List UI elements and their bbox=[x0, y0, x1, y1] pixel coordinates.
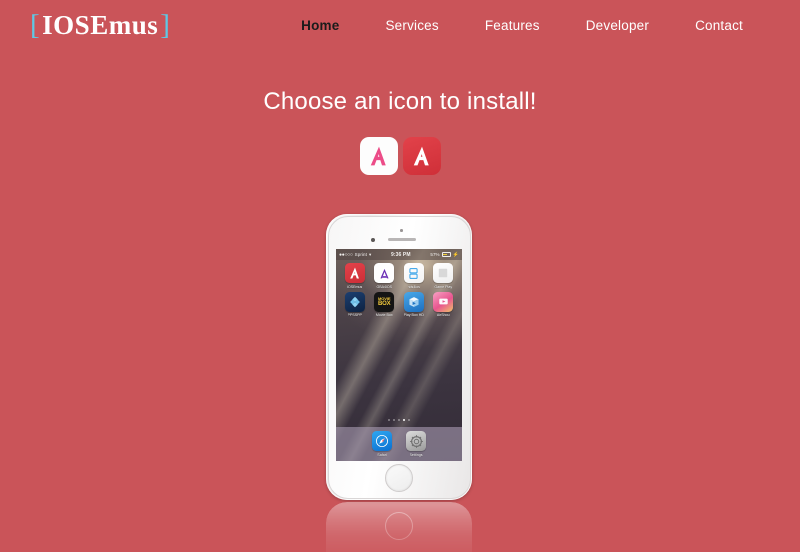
page-dot[interactable] bbox=[387, 418, 390, 421]
ppsspp-app-icon bbox=[344, 291, 365, 312]
app-label: Movie Box bbox=[375, 313, 393, 317]
status-bar: ●●○○○ Sprint ▾ 9:36 PM 57% ⚡ bbox=[336, 249, 462, 260]
proximity-sensor-icon bbox=[400, 229, 403, 232]
app-label: GBA4iOS bbox=[376, 284, 393, 289]
reflection-home-button bbox=[385, 512, 413, 540]
square-icon bbox=[439, 268, 448, 278]
app-movie-box[interactable]: MOVIE BOX Movie Box bbox=[370, 291, 400, 317]
page-title: Choose an icon to install! bbox=[263, 88, 537, 115]
logo-text: IOSEmus bbox=[42, 10, 159, 40]
carrier-label: Sprint bbox=[354, 252, 367, 257]
gba4ios-app-icon bbox=[374, 263, 395, 283]
install-icon-option-white[interactable] bbox=[359, 137, 398, 175]
home-screen-app-grid: iOSEmus GBA4iOS nds4ios Game Play PPSSPP… bbox=[336, 263, 462, 317]
earpiece-speaker-icon bbox=[388, 238, 416, 241]
icon-choice-list bbox=[0, 137, 800, 175]
app-label: Game Play bbox=[434, 284, 453, 289]
app-label: iOSEmus bbox=[347, 284, 363, 289]
page-indicator-dots bbox=[336, 418, 462, 421]
dual-screen-icon bbox=[409, 267, 418, 279]
screen-record-icon bbox=[439, 298, 448, 305]
app-play-box-hd[interactable]: Play Box HD bbox=[399, 291, 429, 317]
letter-a-icon bbox=[370, 146, 386, 166]
compass-icon bbox=[376, 435, 388, 447]
reflection-body bbox=[326, 502, 472, 552]
main-navigation: Home Services Features Developer Contact bbox=[278, 18, 766, 33]
app-iosemus[interactable]: iOSEmus bbox=[340, 263, 370, 289]
app-label: Settings bbox=[409, 452, 423, 457]
charging-bolt-icon: ⚡ bbox=[452, 251, 459, 258]
safari-app-icon bbox=[372, 431, 392, 451]
phone-screen: ●●○○○ Sprint ▾ 9:36 PM 57% ⚡ iOSEmus GBA… bbox=[336, 249, 462, 461]
install-icon-option-red[interactable] bbox=[402, 137, 441, 175]
phone-reflection bbox=[326, 502, 472, 552]
battery-percent-label: 57% bbox=[430, 252, 440, 257]
airshou-app-icon bbox=[433, 291, 454, 312]
app-airshou[interactable]: AirShou bbox=[429, 291, 459, 317]
nav-item-features[interactable]: Features bbox=[462, 18, 563, 33]
logo-bracket-right: ] bbox=[160, 9, 171, 41]
nav-item-services[interactable]: Services bbox=[362, 18, 461, 33]
battery-icon bbox=[441, 252, 451, 257]
app-label: Play Box HD bbox=[403, 313, 424, 317]
settings-app-icon bbox=[406, 431, 426, 451]
home-button[interactable] bbox=[385, 464, 413, 492]
logo-bracket-left: [ bbox=[30, 9, 41, 41]
page-dot[interactable] bbox=[408, 418, 411, 421]
dock: Safari Settings bbox=[336, 427, 462, 461]
app-label: nds4ios bbox=[407, 284, 420, 289]
nav-item-contact[interactable]: Contact bbox=[672, 18, 766, 33]
app-label: Safari bbox=[377, 452, 387, 457]
iphone-mockup: ●●○○○ Sprint ▾ 9:36 PM 57% ⚡ iOSEmus GBA… bbox=[326, 214, 472, 500]
moviebox-line2: BOX bbox=[378, 300, 391, 307]
triangle-a-icon bbox=[380, 268, 389, 278]
gameplay-app-icon bbox=[433, 263, 454, 283]
wifi-icon: ▾ bbox=[368, 251, 372, 257]
dock-app-safari[interactable]: Safari bbox=[372, 431, 392, 457]
nav-item-developer[interactable]: Developer bbox=[563, 18, 672, 33]
app-ppsspp[interactable]: PPSSPP bbox=[340, 291, 370, 317]
page-dot[interactable] bbox=[392, 418, 395, 421]
site-logo[interactable]: [IOSEmus] bbox=[28, 9, 172, 42]
letter-a-icon bbox=[413, 146, 429, 166]
nds4ios-app-icon bbox=[403, 263, 424, 283]
app-label: PPSSPP bbox=[347, 313, 362, 317]
nav-item-home[interactable]: Home bbox=[278, 18, 362, 33]
app-game-play[interactable]: Game Play bbox=[429, 263, 459, 289]
front-camera-icon bbox=[371, 238, 375, 242]
iosemus-app-icon bbox=[344, 263, 365, 283]
status-bar-clock: 9:36 PM bbox=[391, 251, 411, 258]
site-header: [IOSEmus] Home Services Features Develop… bbox=[0, 0, 800, 56]
letter-a-icon bbox=[349, 267, 359, 279]
gear-icon bbox=[409, 434, 423, 448]
gamepad-icon bbox=[349, 296, 360, 307]
dock-app-settings[interactable]: Settings bbox=[406, 431, 426, 457]
moviebox-app-icon: MOVIE BOX bbox=[374, 291, 395, 312]
page-dot-active[interactable] bbox=[403, 418, 406, 421]
playbox-app-icon bbox=[403, 291, 424, 312]
app-label: AirShou bbox=[436, 313, 450, 317]
page-dot[interactable] bbox=[397, 418, 401, 421]
signal-strength-icon: ●●○○○ bbox=[339, 251, 353, 258]
app-gba4ios[interactable]: GBA4iOS bbox=[370, 263, 400, 289]
3d-box-icon bbox=[409, 296, 419, 307]
app-nds4ios[interactable]: nds4ios bbox=[399, 263, 429, 289]
